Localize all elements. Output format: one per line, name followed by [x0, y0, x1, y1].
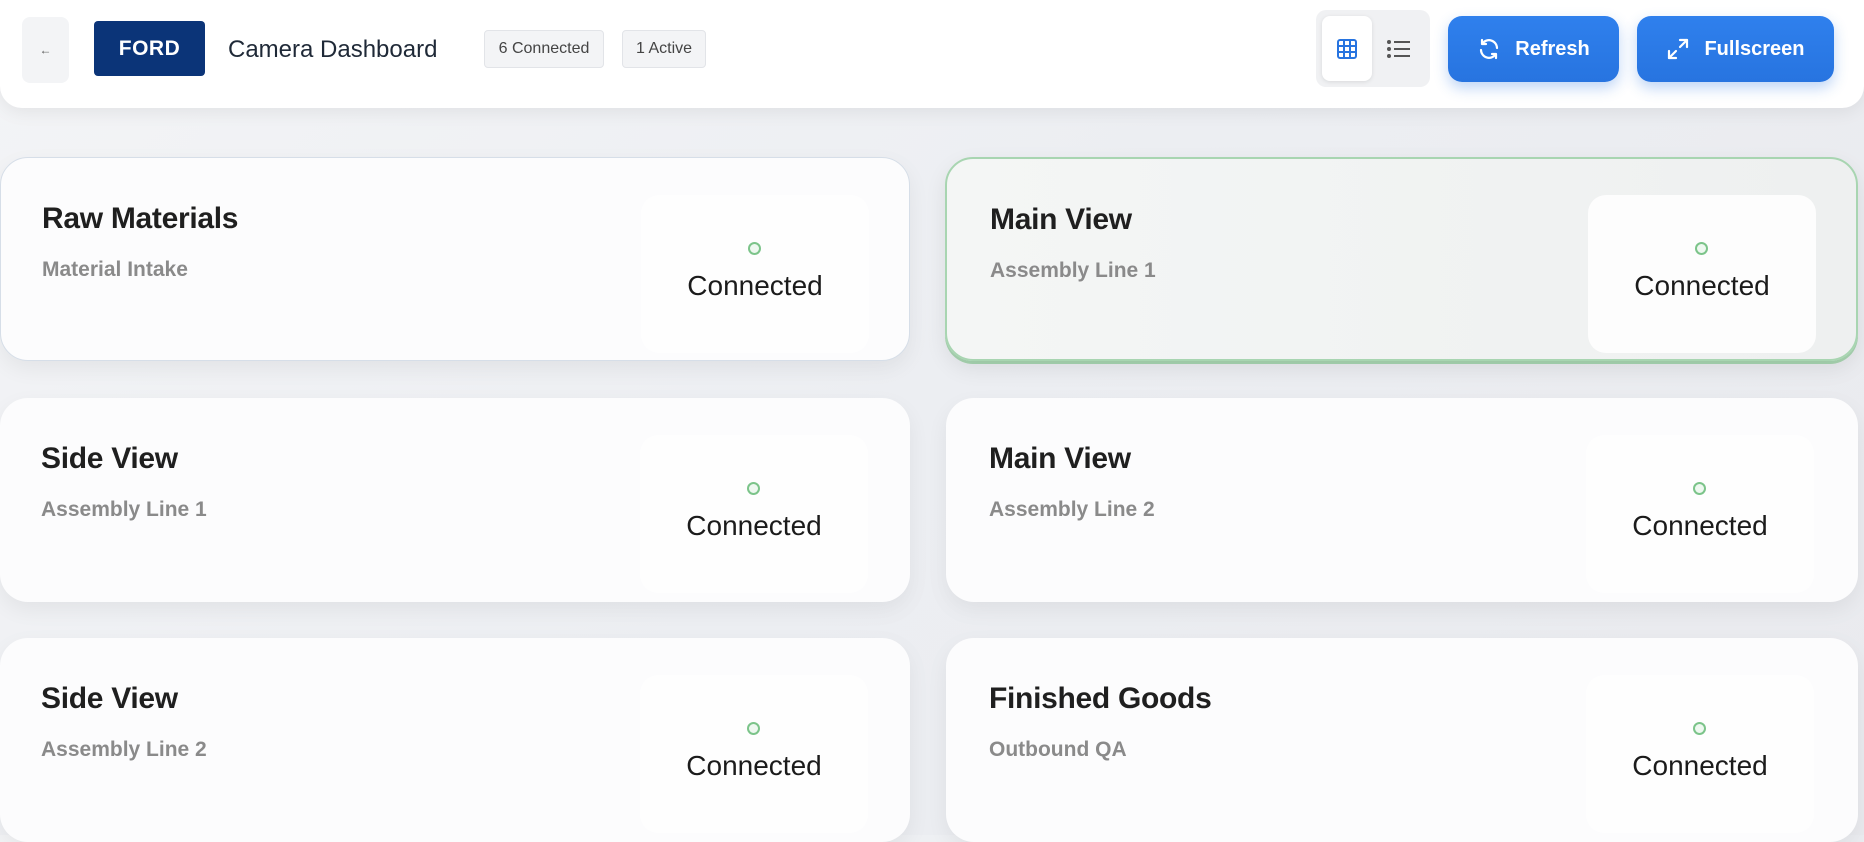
status-dot-icon — [1693, 482, 1706, 495]
top-header: ← FORD Camera Dashboard 6 Connected 1 Ac… — [0, 0, 1864, 108]
back-button[interactable]: ← — [22, 17, 69, 83]
camera-location: Assembly Line 1 — [41, 498, 207, 521]
connected-count-badge: 6 Connected — [484, 30, 604, 68]
fullscreen-label: Fullscreen — [1704, 37, 1805, 60]
camera-title: Main View — [990, 203, 1132, 236]
status-dot-icon — [1695, 242, 1708, 255]
camera-status: Connected — [686, 750, 822, 781]
grid-icon — [1337, 38, 1357, 59]
camera-card[interactable]: Finished Goods Outbound QA Connected — [946, 638, 1858, 842]
camera-location: Assembly Line 1 — [990, 259, 1156, 282]
camera-status: Connected — [686, 510, 822, 541]
status-dot-icon — [748, 242, 761, 255]
fullscreen-button[interactable]: Fullscreen — [1637, 16, 1834, 82]
camera-status-panel: Connected — [640, 675, 868, 833]
camera-card[interactable]: Raw Materials Material Intake Connected — [0, 157, 910, 361]
camera-card[interactable]: Side View Assembly Line 1 Connected — [0, 398, 910, 602]
camera-title: Main View — [989, 442, 1131, 475]
camera-status-panel: Connected — [1586, 435, 1814, 593]
expand-icon — [1668, 38, 1689, 60]
status-dot-icon — [747, 722, 760, 735]
camera-card[interactable]: Side View Assembly Line 2 Connected — [0, 638, 910, 842]
camera-title: Finished Goods — [989, 682, 1212, 715]
page-title: Camera Dashboard — [228, 36, 438, 63]
camera-status-panel: Connected — [1586, 675, 1814, 833]
camera-title: Raw Materials — [42, 202, 239, 235]
camera-status: Connected — [1632, 510, 1768, 541]
list-icon — [1387, 39, 1410, 58]
camera-title: Side View — [41, 442, 178, 475]
camera-status-panel: Connected — [640, 435, 868, 593]
camera-card[interactable]: Main View Assembly Line 2 Connected — [946, 398, 1858, 602]
camera-status: Connected — [1632, 750, 1768, 781]
list-view-button[interactable] — [1374, 16, 1424, 81]
camera-status: Connected — [1634, 270, 1770, 301]
camera-location: Outbound QA — [989, 738, 1127, 761]
refresh-label: Refresh — [1515, 37, 1590, 60]
brand-logo: FORD — [94, 21, 205, 76]
camera-location: Material Intake — [42, 258, 188, 281]
camera-location: Assembly Line 2 — [41, 738, 207, 761]
camera-status: Connected — [687, 270, 823, 301]
active-count-badge: 1 Active — [622, 30, 706, 68]
refresh-icon — [1480, 38, 1499, 60]
grid-view-button[interactable] — [1322, 16, 1372, 81]
status-dot-icon — [1693, 722, 1706, 735]
camera-status-panel: Connected — [641, 195, 869, 353]
refresh-button[interactable]: Refresh — [1448, 16, 1619, 82]
view-mode-toggle — [1316, 10, 1430, 87]
status-dot-icon — [747, 482, 760, 495]
camera-location: Assembly Line 2 — [989, 498, 1155, 521]
camera-title: Side View — [41, 682, 178, 715]
camera-status-panel: Connected — [1588, 195, 1816, 353]
back-arrow-icon: ← — [39, 43, 52, 57]
camera-card-active[interactable]: Main View Assembly Line 1 Connected — [945, 157, 1858, 361]
